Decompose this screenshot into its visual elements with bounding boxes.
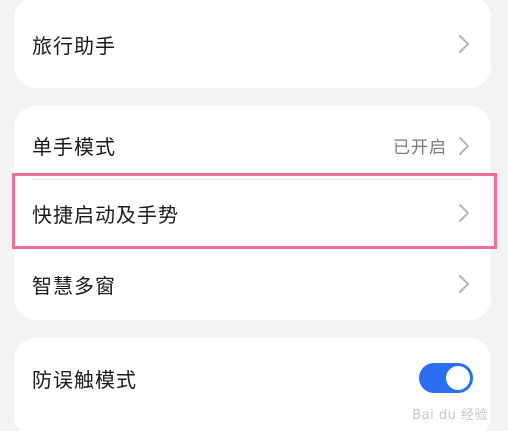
toggle-switch[interactable] [419,363,473,393]
settings-screen: 旅行助手 单手模式 已开启 快捷启动及手势 智慧多窗 防误触模式 Bai du … [0,0,508,431]
toggle-knob [446,366,470,390]
settings-card-1: 旅行助手 [14,0,491,88]
row-label: 防误触模式 [32,367,137,392]
row-travel-assistant[interactable]: 旅行助手 [14,0,491,88]
row-label: 智慧多窗 [32,273,116,298]
watermark: Bai du 经验 [412,408,488,423]
chevron-right-icon [455,273,473,295]
chevron-right-icon [455,135,473,157]
row-smart-multiwindow[interactable]: 智慧多窗 [14,248,491,320]
settings-card-2: 单手模式 已开启 快捷启动及手势 智慧多窗 [14,106,491,320]
row-label: 快捷启动及手势 [32,202,179,227]
row-label: 单手模式 [32,135,116,159]
status-value: 已开启 [393,138,447,158]
row-one-handed-mode[interactable]: 单手模式 已开启 [14,106,491,185]
chevron-right-icon [455,202,473,224]
row-shortcuts-gestures[interactable]: 快捷启动及手势 [14,179,491,247]
chevron-right-icon [455,33,473,55]
row-label: 旅行助手 [32,33,116,58]
